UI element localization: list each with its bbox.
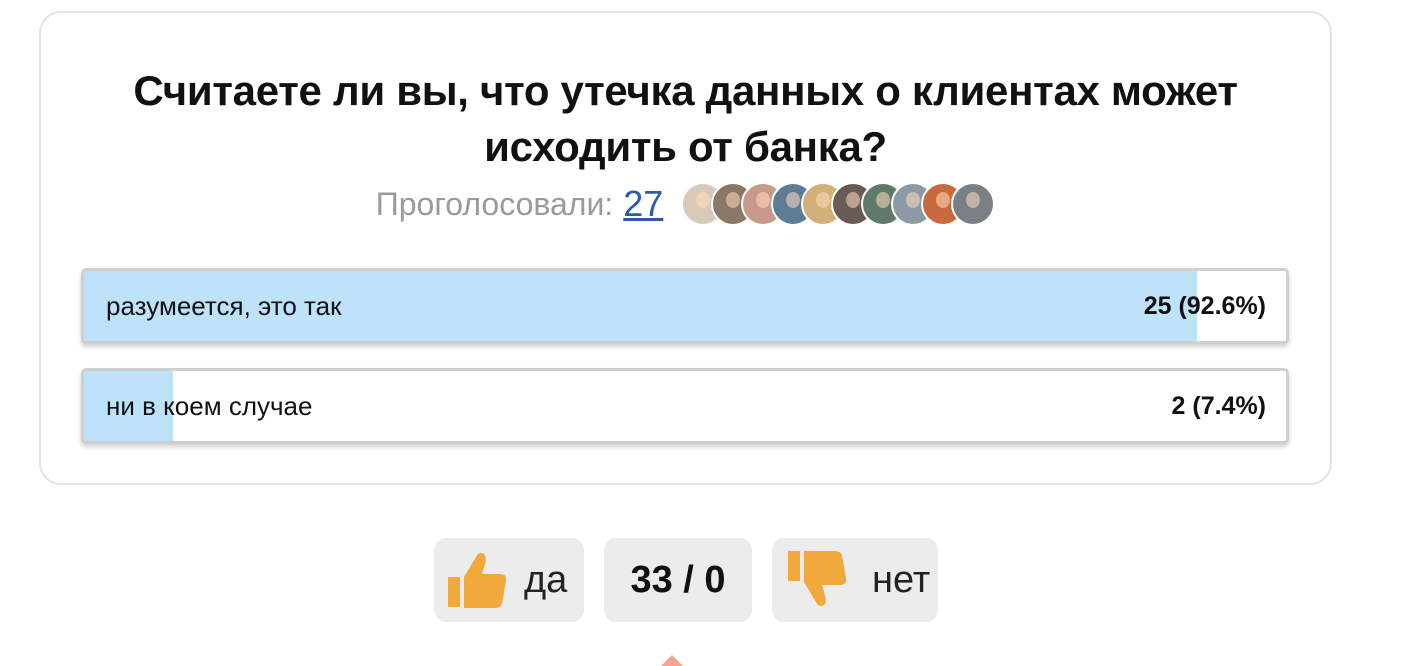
vote-no-label: нет xyxy=(872,558,931,601)
thumbs-down-icon xyxy=(788,551,847,606)
poll-question: Считаете ли вы, что утечка данных о клие… xyxy=(41,63,1330,175)
poll-question-text: Считаете ли вы, что утечка данных о клие… xyxy=(133,67,1238,170)
poll-option-result: 2 (7.4%) xyxy=(1171,391,1266,420)
rating-score: 33 / 0 xyxy=(604,538,752,622)
poll-option-label: ни в коем случае xyxy=(106,390,313,421)
rating-score-value: 33 / 0 xyxy=(630,558,726,601)
voters-label: Проголосовали: xyxy=(375,185,614,222)
vote-no-button[interactable]: нет xyxy=(772,538,938,622)
voters-count-link[interactable]: 27 xyxy=(623,183,663,225)
rating-bar: да 33 / 0 нет xyxy=(0,538,1414,622)
voter-avatars[interactable] xyxy=(681,182,996,226)
poll-option-label: разумеется, это так xyxy=(106,290,342,321)
vote-yes-label: да xyxy=(524,558,568,601)
voters-row: Проголосовали: 27 xyxy=(41,179,1330,229)
poll-option-no[interactable]: ни в коем случае 2 (7.4%) xyxy=(81,368,1289,444)
poll-option-result: 25 (92.6%) xyxy=(1143,291,1266,320)
thumbs-up-icon xyxy=(448,553,507,608)
avatar-10[interactable] xyxy=(951,182,996,226)
poll-card: Считаете ли вы, что утечка данных о клие… xyxy=(39,11,1332,485)
poll-option-yes[interactable]: разумеется, это так 25 (92.6%) xyxy=(81,268,1289,344)
vote-yes-button[interactable]: да xyxy=(434,538,584,622)
partial-arrow-icon xyxy=(661,655,683,666)
